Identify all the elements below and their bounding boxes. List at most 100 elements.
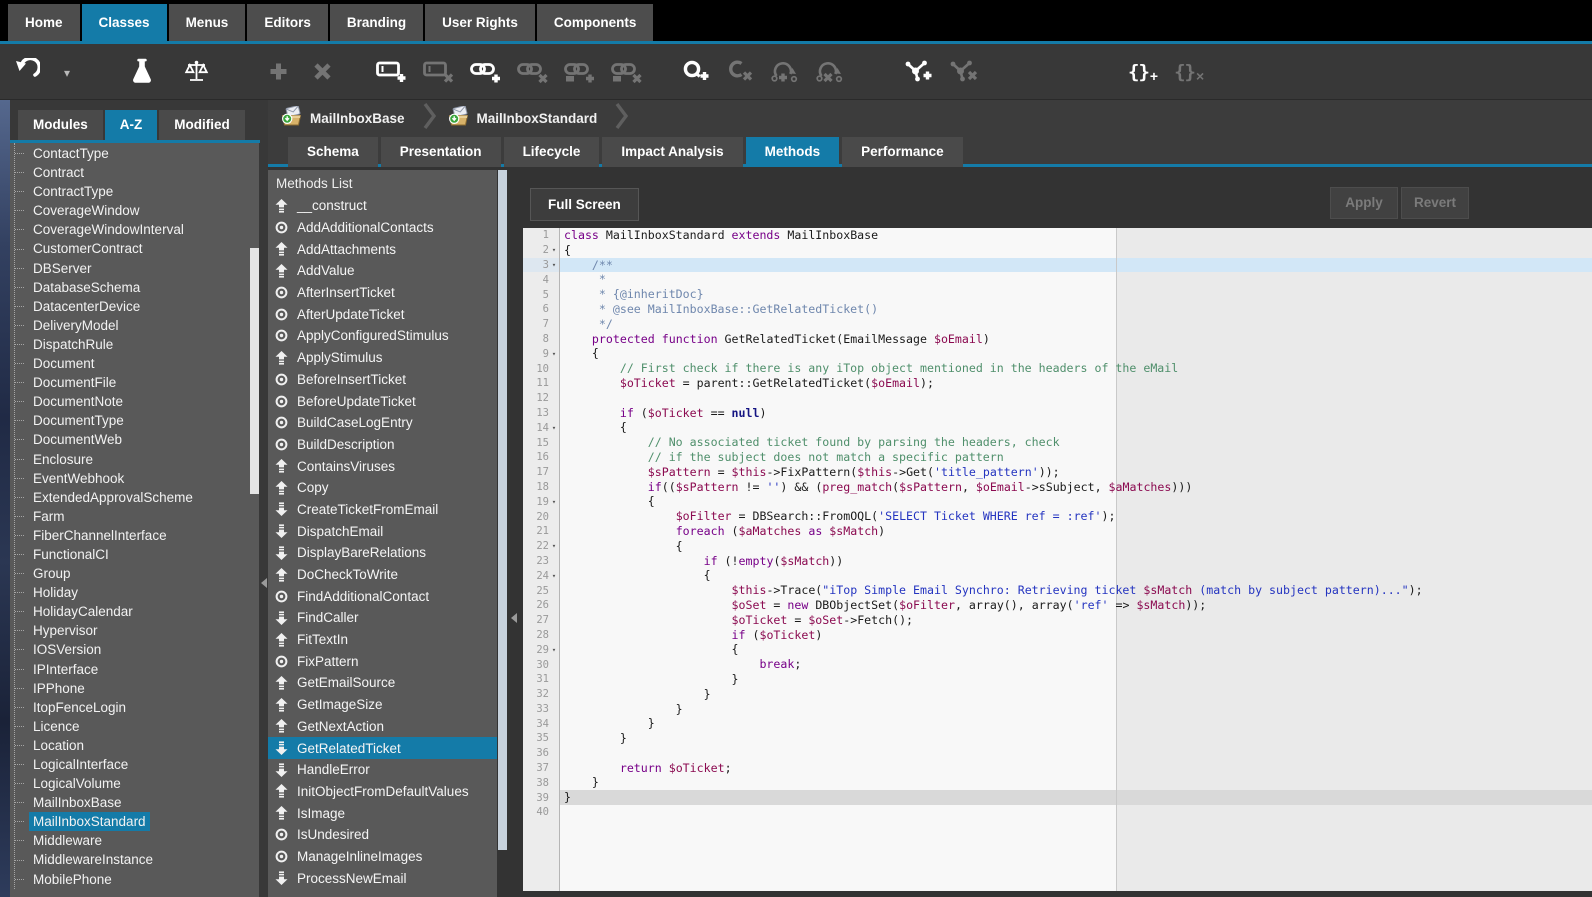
method-item-ApplyStimulus[interactable]: ApplyStimulus (268, 347, 497, 369)
class-item-HolidayCalendar[interactable]: HolidayCalendar (15, 602, 259, 621)
methods-list-scrollbar[interactable] (498, 170, 507, 850)
apply-button[interactable]: Apply (1330, 187, 1398, 219)
class-item-ExtendedApprovalScheme[interactable]: ExtendedApprovalScheme (15, 488, 259, 507)
top-tab-classes[interactable]: Classes (82, 4, 167, 41)
class-item-DocumentWeb[interactable]: DocumentWeb (15, 430, 259, 449)
test-flask-button[interactable] (128, 55, 156, 89)
undo-dropdown[interactable]: ▾ (56, 55, 84, 89)
fold-arrow-icon[interactable]: ▾ (549, 246, 559, 254)
method-item-GetNextAction[interactable]: GetNextAction (268, 716, 497, 738)
delete-transition-button[interactable] (815, 55, 844, 89)
method-item-HandleError[interactable]: HandleError (268, 759, 497, 781)
code-area[interactable]: class MailInboxStandard extends MailInbo… (560, 228, 1592, 891)
fold-arrow-icon[interactable]: ▾ (549, 261, 559, 269)
fold-arrow-icon[interactable]: ▾ (549, 424, 559, 432)
top-tab-home[interactable]: Home (8, 4, 80, 41)
method-item-ManageInlineImages[interactable]: ManageInlineImages (268, 846, 497, 868)
tab-schema[interactable]: Schema (288, 137, 378, 167)
class-item-ContactType[interactable]: ContactType (15, 144, 259, 163)
sidebar-tab-modules[interactable]: Modules (18, 110, 103, 140)
method-item-DisplayBareRelations[interactable]: DisplayBareRelations (268, 542, 497, 564)
method-item-ProcessNewEmail[interactable]: ProcessNewEmail (268, 867, 497, 889)
add-query-button[interactable] (682, 55, 710, 89)
method-item-GetImageSize[interactable]: GetImageSize (268, 694, 497, 716)
class-item-IOSVersion[interactable]: IOSVersion (15, 640, 259, 659)
add-external-key-button[interactable] (564, 55, 595, 89)
class-item-Middleware[interactable]: Middleware (15, 831, 259, 850)
method-item-FixPattern[interactable]: FixPattern (268, 650, 497, 672)
method-item-FindCaller[interactable]: FindCaller (268, 607, 497, 629)
class-item-CoverageWindow[interactable]: CoverageWindow (15, 201, 259, 220)
class-item-Enclosure[interactable]: Enclosure (15, 450, 259, 469)
method-item-AfterInsertTicket[interactable]: AfterInsertTicket (268, 282, 497, 304)
tab-presentation[interactable]: Presentation (381, 137, 501, 167)
method-item-BuildDescription[interactable]: BuildDescription (268, 434, 497, 456)
class-item-FiberChannelInterface[interactable]: FiberChannelInterface (15, 526, 259, 545)
class-item-DBServer[interactable]: DBServer (15, 259, 259, 278)
class-item-Farm[interactable]: Farm (15, 507, 259, 526)
class-item-EventWebhook[interactable]: EventWebhook (15, 469, 259, 488)
class-item-Document[interactable]: Document (15, 354, 259, 373)
revert-button[interactable]: Revert (1401, 187, 1469, 219)
class-item-LogicalInterface[interactable]: LogicalInterface (15, 755, 259, 774)
class-item-DatabaseSchema[interactable]: DatabaseSchema (15, 278, 259, 297)
add-relation-button[interactable] (904, 55, 933, 89)
sidebar-tab-a-z[interactable]: A-Z (105, 110, 158, 140)
sidebar-collapse-arrow-icon[interactable] (261, 578, 267, 588)
class-item-MailInboxStandard[interactable]: MailInboxStandard (15, 812, 259, 831)
class-item-MobilePhone[interactable]: MobilePhone (15, 870, 259, 889)
code-editor[interactable]: 12▾3▾456789▾1011121314▾1516171819▾202122… (523, 228, 1592, 891)
class-item-DatacenterDevice[interactable]: DatacenterDevice (15, 297, 259, 316)
top-tab-menus[interactable]: Menus (169, 4, 246, 41)
method-item-DoCheckToWrite[interactable]: DoCheckToWrite (268, 564, 497, 586)
method-item-IsImage[interactable]: IsImage (268, 802, 497, 824)
top-tab-editors[interactable]: Editors (247, 4, 328, 41)
undo-button[interactable] (12, 55, 40, 89)
method-item-GetRelatedTicket[interactable]: GetRelatedTicket (268, 737, 497, 759)
class-item-CoverageWindowInterval[interactable]: CoverageWindowInterval (15, 220, 259, 239)
breadcrumb-item-MailInboxBase[interactable]: MailInboxBase (280, 106, 405, 132)
add-button[interactable] (264, 55, 292, 89)
method-item-BuildCaseLogEntry[interactable]: BuildCaseLogEntry (268, 412, 497, 434)
method-item-InitObjectFromDefaultValues[interactable]: InitObjectFromDefaultValues (268, 781, 497, 803)
tab-methods[interactable]: Methods (746, 137, 840, 167)
methods-collapse-arrow-icon[interactable] (511, 613, 517, 623)
class-item-DeliveryModel[interactable]: DeliveryModel (15, 316, 259, 335)
class-item-MailInboxBase[interactable]: MailInboxBase (15, 793, 259, 812)
add-field-button[interactable] (376, 55, 407, 89)
method-item-BeforeUpdateTicket[interactable]: BeforeUpdateTicket (268, 390, 497, 412)
delete-relation-button[interactable] (949, 55, 978, 89)
method-item-Copy[interactable]: Copy (268, 477, 497, 499)
fold-arrow-icon[interactable]: ▾ (549, 646, 559, 654)
method-item-FindAdditionalContact[interactable]: FindAdditionalContact (268, 585, 497, 607)
add-transition-button[interactable] (770, 55, 799, 89)
class-item-ContractType[interactable]: ContractType (15, 182, 259, 201)
class-item-MiddlewareInstance[interactable]: MiddlewareInstance (15, 850, 259, 869)
fold-arrow-icon[interactable]: ▾ (549, 542, 559, 550)
delete-method-button[interactable]: {}× (1174, 55, 1204, 89)
delete-button[interactable] (308, 55, 336, 89)
class-item-IPPhone[interactable]: IPPhone (15, 679, 259, 698)
delete-field-button[interactable] (423, 55, 454, 89)
tab-lifecycle[interactable]: Lifecycle (504, 137, 600, 167)
tab-performance[interactable]: Performance (842, 137, 963, 167)
method-item-ContainsViruses[interactable]: ContainsViruses (268, 455, 497, 477)
class-item-DocumentNote[interactable]: DocumentNote (15, 392, 259, 411)
method-item-GetEmailSource[interactable]: GetEmailSource (268, 672, 497, 694)
method-item-DispatchEmail[interactable]: DispatchEmail (268, 520, 497, 542)
method-item-FitTextIn[interactable]: FitTextIn (268, 629, 497, 651)
class-item-Holiday[interactable]: Holiday (15, 583, 259, 602)
method-item-AddValue[interactable]: AddValue (268, 260, 497, 282)
class-item-Licence[interactable]: Licence (15, 717, 259, 736)
method-item-__construct[interactable]: __construct (268, 195, 497, 217)
delete-external-key-button[interactable] (611, 55, 642, 89)
fold-arrow-icon[interactable]: ▾ (549, 572, 559, 580)
class-item-FunctionalCI[interactable]: FunctionalCI (15, 545, 259, 564)
method-item-BeforeInsertTicket[interactable]: BeforeInsertTicket (268, 369, 497, 391)
class-item-Contract[interactable]: Contract (15, 163, 259, 182)
class-item-CustomerContract[interactable]: CustomerContract (15, 239, 259, 258)
class-item-ItopFenceLogin[interactable]: ItopFenceLogin (15, 698, 259, 717)
class-item-DispatchRule[interactable]: DispatchRule (15, 335, 259, 354)
class-item-Hypervisor[interactable]: Hypervisor (15, 621, 259, 640)
compare-scales-button[interactable] (182, 55, 210, 89)
